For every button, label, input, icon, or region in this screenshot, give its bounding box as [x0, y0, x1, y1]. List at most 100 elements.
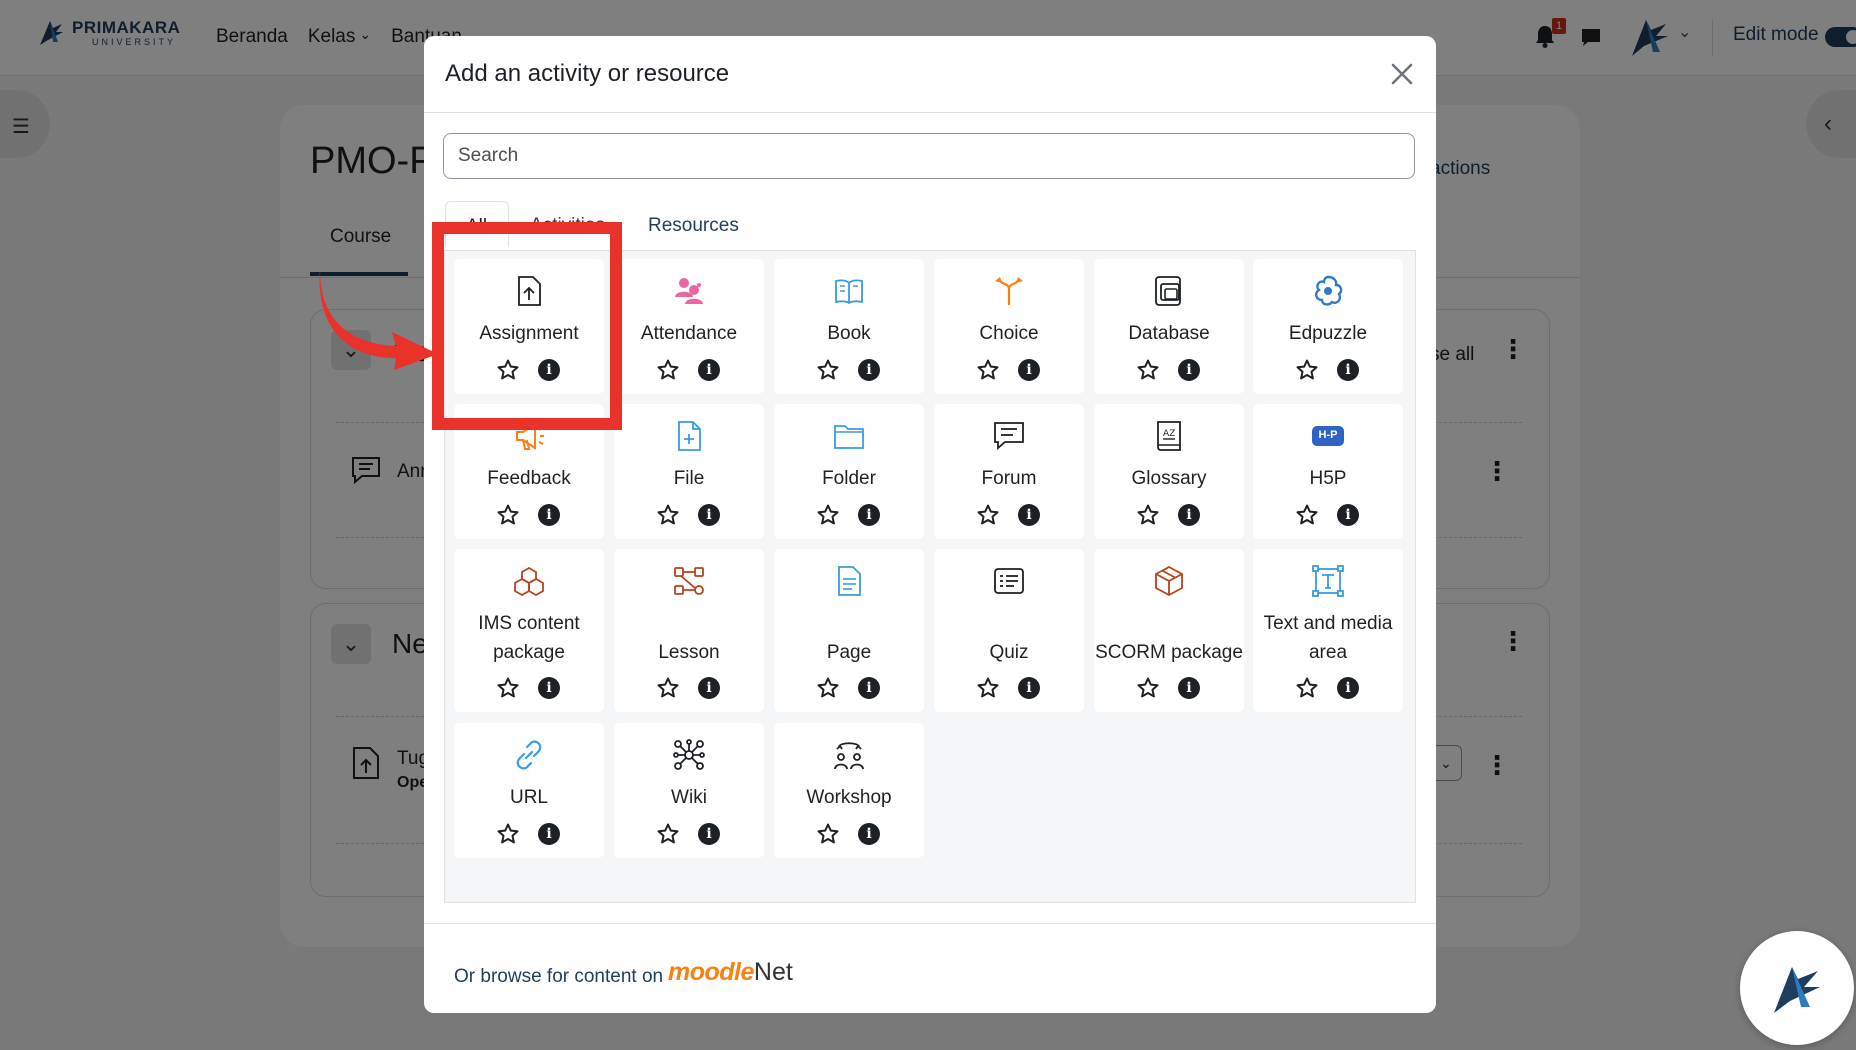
activity-name: H5P [1309, 468, 1347, 489]
info-icon[interactable]: i [1018, 677, 1040, 699]
info-icon[interactable]: i [1018, 359, 1040, 381]
forum-icon [993, 420, 1025, 452]
activity-card-edpuzzle[interactable]: Edpuzzle i [1253, 259, 1403, 394]
activity-card-workshop[interactable]: Workshop i [774, 723, 924, 858]
star-icon[interactable] [816, 822, 840, 846]
modal-footer: Or browse for content on moodleNet [424, 923, 1436, 1013]
activity-name: Folder [822, 468, 876, 489]
star-icon[interactable] [656, 822, 680, 846]
activity-name: Feedback [487, 468, 571, 489]
primakara-star-icon [1774, 967, 1820, 1013]
star-icon[interactable] [1295, 503, 1319, 527]
star-icon[interactable] [1295, 676, 1319, 700]
info-icon[interactable]: i [538, 504, 560, 526]
star-icon[interactable] [496, 503, 520, 527]
attendance-icon [673, 275, 705, 307]
info-icon[interactable]: i [698, 504, 720, 526]
star-icon[interactable] [976, 358, 1000, 382]
glossary-icon: AZ [1153, 420, 1185, 452]
activity-name: Lesson [658, 642, 720, 663]
text-media-icon [1312, 565, 1344, 597]
info-icon[interactable]: i [538, 677, 560, 699]
activity-card-quiz[interactable]: Quiz i [934, 549, 1084, 712]
activity-name: Forum [981, 468, 1037, 489]
browse-moodlenet-text[interactable]: Or browse for content on [454, 966, 663, 988]
info-icon[interactable]: i [1337, 359, 1359, 381]
scorm-icon [1153, 565, 1185, 597]
tab-resources[interactable]: Resources [648, 215, 739, 237]
activity-chooser-modal: Add an activity or resource All Activiti… [424, 36, 1436, 1013]
activity-card-book[interactable]: Book i [774, 259, 924, 394]
file-icon [673, 420, 705, 452]
activity-card-lesson[interactable]: Lesson i [614, 549, 764, 712]
info-icon[interactable]: i [858, 359, 880, 381]
info-icon[interactable]: i [858, 504, 880, 526]
star-icon[interactable] [496, 822, 520, 846]
activity-name: Edpuzzle [1288, 323, 1368, 344]
info-icon[interactable]: i [858, 823, 880, 845]
star-icon[interactable] [816, 358, 840, 382]
star-icon[interactable] [816, 503, 840, 527]
activity-name: Wiki [671, 787, 707, 808]
activity-card-choice[interactable]: Choice i [934, 259, 1084, 394]
info-icon[interactable]: i [1337, 504, 1359, 526]
info-icon[interactable]: i [1178, 359, 1200, 381]
star-icon[interactable] [1295, 358, 1319, 382]
url-icon [513, 739, 545, 771]
star-icon[interactable] [976, 503, 1000, 527]
activity-card-file[interactable]: File i [614, 404, 764, 539]
close-icon[interactable] [1388, 60, 1416, 88]
choice-icon [993, 275, 1025, 307]
activity-name: Quiz [989, 642, 1029, 663]
info-icon[interactable]: i [1337, 677, 1359, 699]
activity-card-scorm-package[interactable]: SCORM package i [1094, 549, 1244, 712]
modal-header: Add an activity or resource [424, 36, 1436, 113]
activity-name: Glossary [1131, 468, 1207, 489]
info-icon[interactable]: i [698, 823, 720, 845]
info-icon[interactable]: i [538, 823, 560, 845]
star-icon[interactable] [976, 676, 1000, 700]
info-icon[interactable]: i [1018, 504, 1040, 526]
activity-card-page[interactable]: Page i [774, 549, 924, 712]
info-icon[interactable]: i [858, 677, 880, 699]
modal-title: Add an activity or resource [445, 60, 730, 87]
workshop-icon [833, 739, 865, 771]
activity-card-ims-content-package[interactable]: IMS content package i [454, 549, 604, 712]
svg-text:AZ: AZ [1163, 429, 1175, 439]
star-icon[interactable] [1136, 358, 1160, 382]
activity-card-database[interactable]: Database i [1094, 259, 1244, 394]
activity-name: SCORM package [1095, 642, 1243, 663]
activity-card-wiki[interactable]: Wiki i [614, 723, 764, 858]
database-icon [1153, 275, 1185, 307]
activity-name: Book [827, 323, 871, 344]
activity-card-glossary[interactable]: AZ Glossary i [1094, 404, 1244, 539]
info-icon[interactable]: i [1178, 504, 1200, 526]
info-icon[interactable]: i [1178, 677, 1200, 699]
info-icon[interactable]: i [698, 359, 720, 381]
star-icon[interactable] [1136, 676, 1160, 700]
star-icon[interactable] [656, 503, 680, 527]
activity-name: URL [509, 787, 548, 808]
activity-card-attendance[interactable]: Attendance i [614, 259, 764, 394]
lesson-icon [673, 565, 705, 597]
star-icon[interactable] [656, 676, 680, 700]
activity-name: IMS content package [478, 613, 580, 663]
page-icon [833, 565, 865, 597]
search-input[interactable] [443, 133, 1415, 179]
info-icon[interactable]: i [698, 677, 720, 699]
activity-card-h5p[interactable]: H-P H5P i [1253, 404, 1403, 539]
activity-name: Page [826, 642, 872, 663]
chat-widget-button[interactable] [1740, 931, 1854, 1045]
star-icon[interactable] [1136, 503, 1160, 527]
star-icon[interactable] [816, 676, 840, 700]
star-icon[interactable] [656, 358, 680, 382]
activity-card-folder[interactable]: Folder i [774, 404, 924, 539]
tutorial-highlight-box [432, 222, 622, 430]
activity-card-text-and-media-area[interactable]: Text and media area i [1253, 549, 1403, 712]
moodlenet-logo[interactable]: moodleNet [668, 958, 793, 987]
activity-name: Database [1128, 323, 1210, 344]
activity-card-url[interactable]: URL i [454, 723, 604, 858]
activity-name: Workshop [806, 787, 892, 808]
activity-card-forum[interactable]: Forum i [934, 404, 1084, 539]
star-icon[interactable] [496, 676, 520, 700]
